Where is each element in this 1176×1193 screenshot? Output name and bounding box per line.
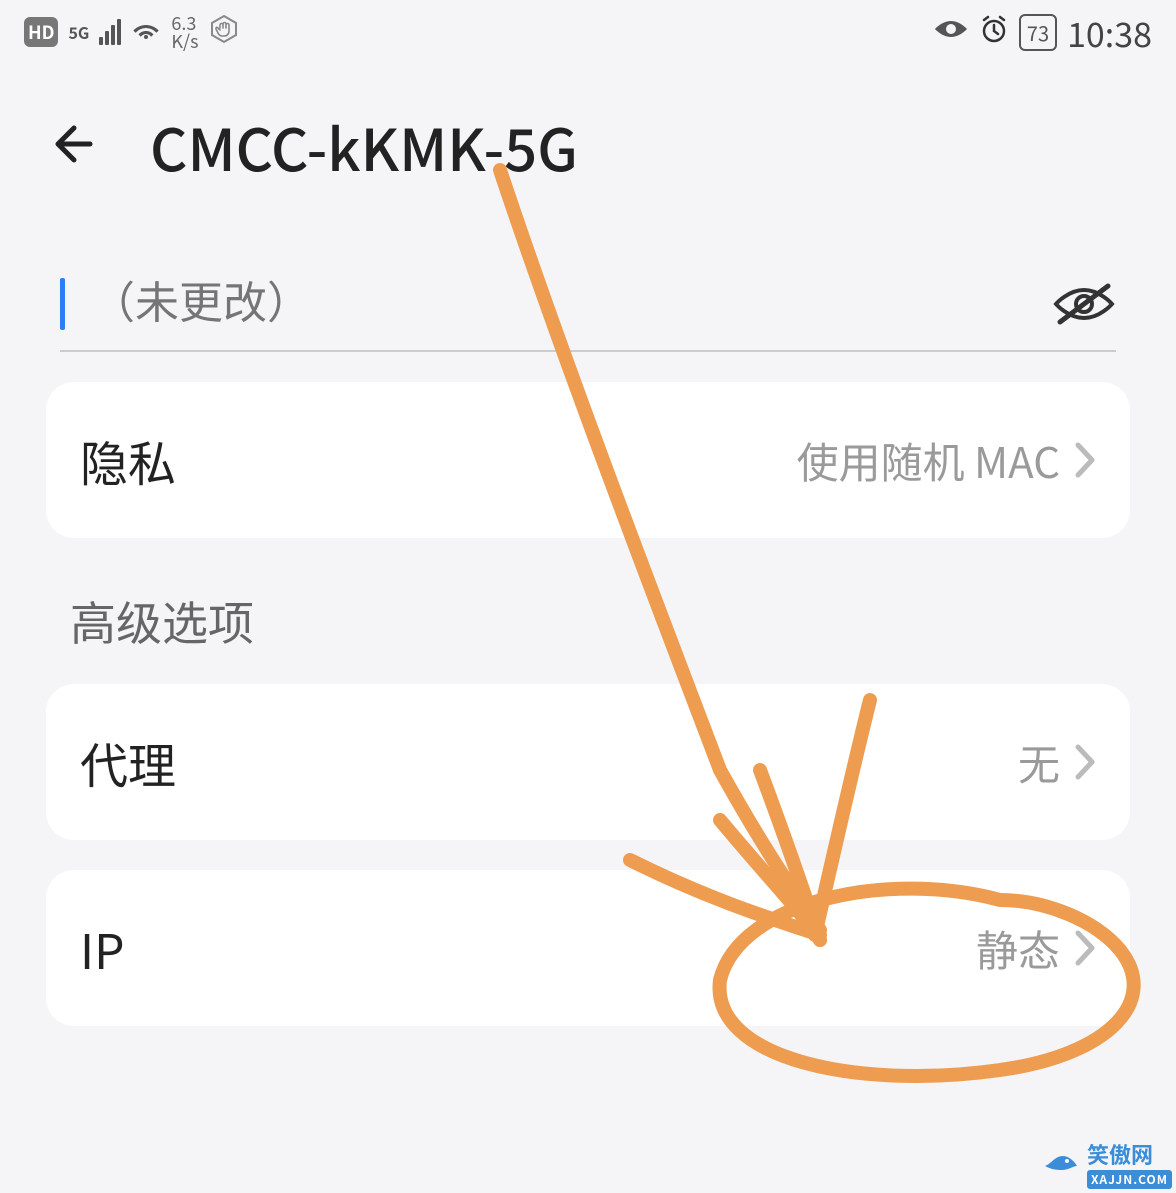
signal-bars-icon: [99, 19, 121, 45]
eye-status-icon: [933, 16, 969, 48]
ip-value: 静态: [976, 918, 1060, 979]
privacy-label: 隐私: [80, 425, 176, 495]
battery-indicator: 73: [1019, 14, 1057, 51]
hd-badge: HD: [24, 17, 58, 47]
wifi-icon: [131, 16, 161, 48]
ip-label: IP: [80, 913, 124, 983]
net-speed: 6.3 K/s: [171, 14, 198, 50]
section-advanced: 高级选项: [70, 588, 1106, 654]
toggle-password-visibility[interactable]: [1052, 280, 1116, 328]
back-button[interactable]: [50, 120, 110, 173]
chevron-right-icon: [1074, 441, 1096, 479]
status-bar: HD 5G 6.3 K/s 73 10:38: [0, 0, 1176, 64]
watermark: 笑傲网 XAJJN.COM: [1043, 1138, 1172, 1189]
password-input[interactable]: [91, 279, 1032, 329]
password-row[interactable]: [60, 278, 1116, 352]
title-bar: CMCC-kKMK-5G: [0, 64, 1176, 208]
proxy-label: 代理: [80, 727, 176, 797]
ip-row[interactable]: IP 静态: [80, 870, 1096, 1026]
eye-off-icon: [1052, 280, 1116, 328]
network-badge: 5G: [68, 20, 89, 44]
alarm-icon: [979, 14, 1009, 51]
privacy-row[interactable]: 隐私 使用随机 MAC: [80, 382, 1096, 538]
clock: 10:38: [1067, 8, 1152, 57]
privacy-card: 隐私 使用随机 MAC: [46, 382, 1130, 538]
text-cursor: [60, 278, 65, 330]
arrow-left-icon: [50, 120, 110, 168]
watermark-sub: XAJJN.COM: [1087, 1170, 1172, 1189]
proxy-row[interactable]: 代理 无: [80, 684, 1096, 840]
privacy-value: 使用随机 MAC: [797, 430, 1060, 491]
chevron-right-icon: [1074, 929, 1096, 967]
hand-icon: [209, 14, 239, 51]
proxy-card: 代理 无: [46, 684, 1130, 840]
shark-icon: [1043, 1146, 1079, 1181]
chevron-right-icon: [1074, 743, 1096, 781]
watermark-text: 笑傲网: [1087, 1138, 1153, 1170]
proxy-value: 无: [1018, 732, 1060, 793]
ip-card: IP 静态: [46, 870, 1130, 1026]
speed-unit: K/s: [171, 28, 198, 54]
page-title: CMCC-kKMK-5G: [150, 104, 578, 188]
